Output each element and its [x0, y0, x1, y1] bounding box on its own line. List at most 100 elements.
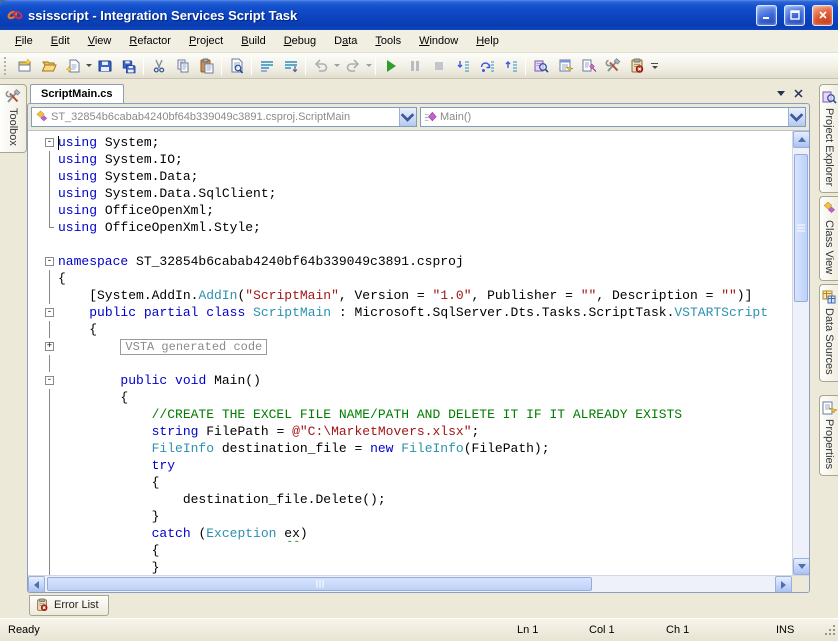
scroll-left-button[interactable]	[28, 576, 45, 592]
sidebar-tab-toolbox[interactable]: Toolbox	[0, 84, 27, 153]
close-button[interactable]	[812, 4, 833, 26]
code-line[interactable]: using System.IO;	[28, 151, 792, 168]
save-icon[interactable]	[93, 55, 116, 77]
code-line[interactable]: {	[28, 270, 792, 287]
copy-icon[interactable]	[171, 55, 194, 77]
properties-window-icon[interactable]	[553, 55, 576, 77]
stop-debugging-icon[interactable]	[427, 55, 450, 77]
members-combo-dropdown[interactable]	[788, 108, 805, 126]
toolbox-icon[interactable]	[601, 55, 624, 77]
types-combo-dropdown[interactable]	[399, 108, 416, 126]
code-line[interactable]: string FilePath = @"C:\MarketMovers.xlsx…	[28, 423, 792, 440]
comment-lines-icon[interactable]	[255, 55, 278, 77]
code-line[interactable]: }	[28, 508, 792, 525]
menu-item-window[interactable]: Window	[410, 31, 467, 51]
scroll-down-button[interactable]	[793, 558, 809, 575]
code-line[interactable]: using OfficeOpenXml.Style;	[28, 219, 792, 236]
code-line[interactable]: catch (Exception ex)	[28, 525, 792, 542]
menu-item-tools[interactable]: Tools	[366, 31, 410, 51]
uncomment-lines-icon[interactable]	[279, 55, 302, 77]
code-line[interactable]: destination_file.Delete();	[28, 491, 792, 508]
code-line[interactable]: using System.Data;	[28, 168, 792, 185]
code-line[interactable]: }	[28, 559, 792, 575]
menu-item-refactor[interactable]: Refactor	[120, 31, 180, 51]
horizontal-scrollbar[interactable]	[28, 576, 792, 592]
paste-icon[interactable]	[195, 55, 218, 77]
horizontal-scroll-thumb[interactable]	[47, 577, 592, 591]
sidebar-tab-class-view[interactable]: Class View	[819, 196, 838, 282]
code-editor[interactable]: - using System; using System.IO; using Syst…	[28, 131, 792, 575]
vertical-scroll-track[interactable]	[793, 148, 809, 558]
vertical-scroll-thumb[interactable]	[794, 154, 808, 302]
menu-item-view[interactable]: View	[79, 31, 121, 51]
collapse-region-icon[interactable]: -	[45, 257, 54, 266]
resize-grip[interactable]	[824, 623, 836, 637]
step-out-icon[interactable]	[499, 55, 522, 77]
code-line[interactable]: - public partial class ScriptMain : Micr…	[28, 304, 792, 321]
expand-region-icon[interactable]: +	[45, 342, 54, 351]
add-item-icon[interactable]	[61, 55, 84, 77]
menu-item-build[interactable]: Build	[232, 31, 274, 51]
maximize-button[interactable]	[784, 4, 805, 26]
code-line[interactable]: {	[28, 542, 792, 559]
menu-item-data[interactable]: Data	[325, 31, 366, 51]
code-line[interactable]	[28, 355, 792, 372]
open-file-icon[interactable]	[37, 55, 60, 77]
code-line[interactable]: [System.AddIn.AddIn("ScriptMain", Versio…	[28, 287, 792, 304]
project-explorer-icon[interactable]	[529, 55, 552, 77]
undo-dropdown-icon[interactable]	[334, 64, 340, 67]
undo-icon[interactable]	[309, 55, 332, 77]
scroll-right-button[interactable]	[775, 576, 792, 592]
cut-icon[interactable]	[147, 55, 170, 77]
code-line[interactable]: - public void Main()	[28, 372, 792, 389]
error-list-icon[interactable]	[625, 55, 648, 77]
step-over-icon[interactable]	[475, 55, 498, 77]
sidebar-tab-data-sources[interactable]: Data Sources	[819, 284, 838, 383]
redo-dropdown-icon[interactable]	[366, 64, 372, 67]
scroll-up-button[interactable]	[793, 131, 809, 148]
horizontal-scroll-track[interactable]	[45, 576, 775, 592]
document-tab[interactable]: ScriptMain.cs	[30, 84, 124, 103]
code-line[interactable]: {	[28, 321, 792, 338]
new-project-icon[interactable]	[13, 55, 36, 77]
collapse-region-icon[interactable]: -	[45, 138, 54, 147]
menu-item-project[interactable]: Project	[180, 31, 232, 51]
types-combo[interactable]: ST_32854b6cabab4240bf64b339049c3891.cspr…	[31, 107, 417, 127]
code-line[interactable]: using System.Data.SqlClient;	[28, 185, 792, 202]
code-line[interactable]: - namespace ST_32854b6cabab4240bf64b33904…	[28, 253, 792, 270]
code-line[interactable]: {	[28, 474, 792, 491]
collapse-region-icon[interactable]: -	[45, 308, 54, 317]
toolbar-grip[interactable]	[4, 56, 9, 75]
menu-item-file[interactable]: File	[6, 31, 42, 51]
members-combo[interactable]: Main()	[420, 107, 806, 127]
error-list-tab[interactable]: Error List	[29, 595, 109, 616]
save-all-icon[interactable]	[117, 55, 140, 77]
redo-icon[interactable]	[341, 55, 364, 77]
menu-item-help[interactable]: Help	[467, 31, 508, 51]
break-all-icon[interactable]	[403, 55, 426, 77]
close-document-icon[interactable]	[794, 89, 803, 98]
code-line[interactable]: {	[28, 389, 792, 406]
find-in-files-icon[interactable]	[225, 55, 248, 77]
step-into-icon[interactable]	[451, 55, 474, 77]
code-line[interactable]: using OfficeOpenXml;	[28, 202, 792, 219]
code-line[interactable]: //CREATE THE EXCEL FILE NAME/PATH AND DE…	[28, 406, 792, 423]
object-browser-icon[interactable]	[577, 55, 600, 77]
code-line[interactable]: - using System;	[28, 134, 792, 151]
minimize-button[interactable]	[756, 4, 777, 26]
code-line[interactable]	[28, 236, 792, 253]
start-debugging-icon[interactable]	[379, 55, 402, 77]
code-line[interactable]: try	[28, 457, 792, 474]
sidebar-tab-properties[interactable]: Properties	[819, 395, 838, 477]
vertical-scrollbar[interactable]	[792, 131, 809, 575]
code-line[interactable]: FileInfo destination_file = new FileInfo…	[28, 440, 792, 457]
collapsed-region-box[interactable]: VSTA generated code	[120, 339, 268, 355]
active-files-dropdown-icon[interactable]	[777, 91, 785, 96]
toolbar-options-icon[interactable]	[651, 62, 658, 69]
menu-item-debug[interactable]: Debug	[275, 31, 325, 51]
code-line[interactable]: + VSTA generated code	[28, 338, 792, 355]
collapse-region-icon[interactable]: -	[45, 376, 54, 385]
menu-item-edit[interactable]: Edit	[42, 31, 79, 51]
sidebar-tab-project-explorer[interactable]: Project Explorer	[819, 84, 838, 194]
add-item-dropdown-icon[interactable]	[86, 64, 92, 67]
